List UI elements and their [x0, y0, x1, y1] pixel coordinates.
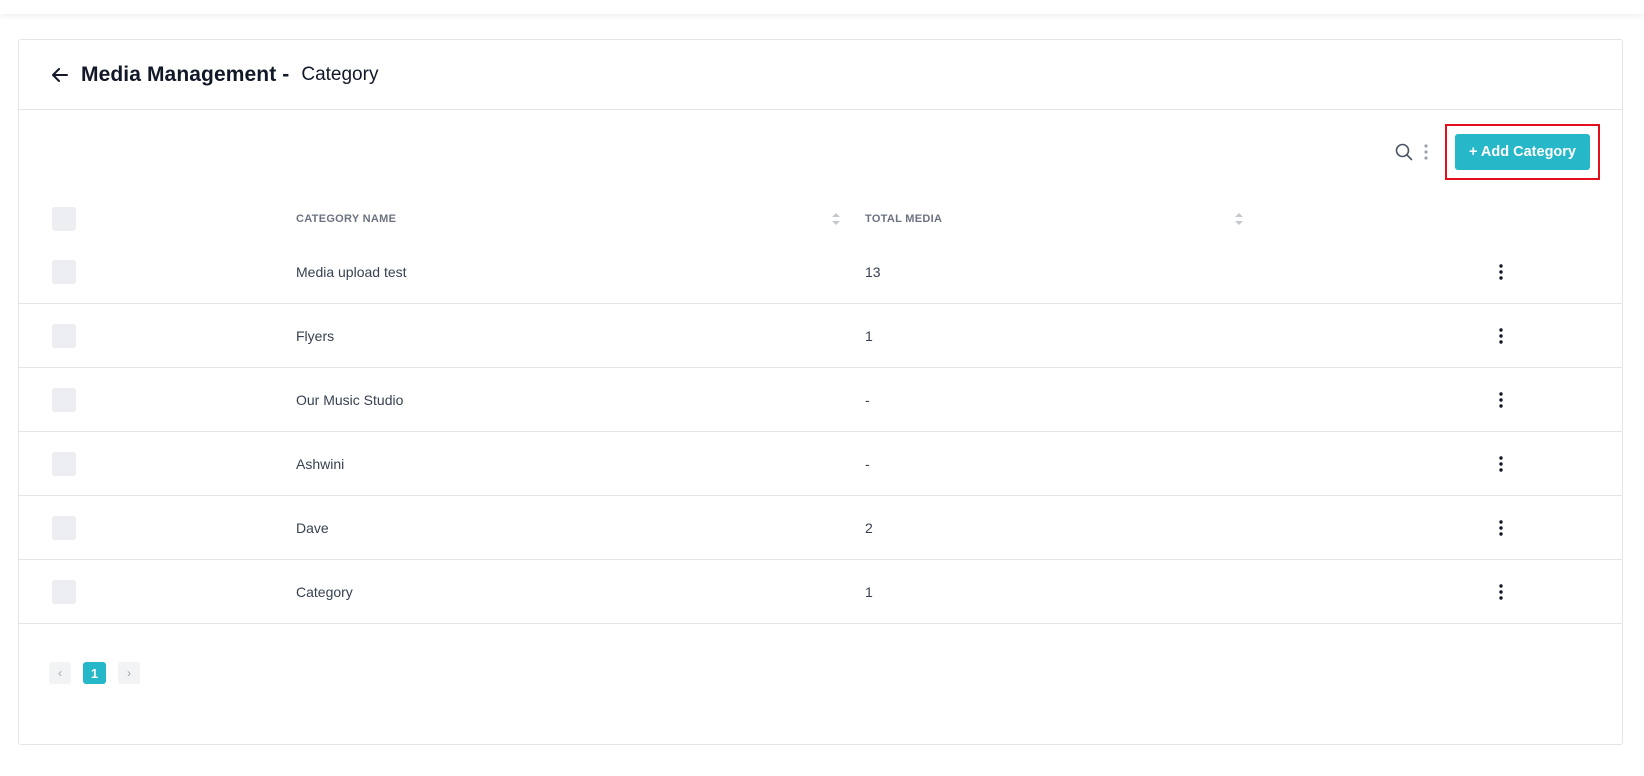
- row-checkbox[interactable]: [52, 259, 76, 284]
- table-toolbar: + Add Category: [1393, 123, 1600, 181]
- select-all-checkbox[interactable]: [52, 207, 76, 231]
- add-category-highlight: + Add Category: [1444, 124, 1600, 180]
- row-menu-icon[interactable]: [1493, 581, 1509, 603]
- category-table: CATEGORY NAME TOTAL MEDIA Media upload t…: [19, 198, 1622, 624]
- row-menu-icon[interactable]: [1493, 453, 1509, 475]
- row-checkbox[interactable]: [52, 579, 76, 604]
- row-checkbox[interactable]: [52, 323, 76, 348]
- table-row[interactable]: Category 1: [19, 560, 1622, 624]
- page-title: Media Management -: [81, 62, 290, 86]
- add-category-button[interactable]: + Add Category: [1454, 134, 1590, 170]
- row-checkbox[interactable]: [52, 387, 76, 412]
- table-row[interactable]: Dave 2: [19, 496, 1622, 560]
- row-menu-icon[interactable]: [1493, 325, 1509, 347]
- vertical-dots-icon[interactable]: [1419, 141, 1433, 163]
- total-media: 13: [865, 263, 881, 280]
- table-row[interactable]: Ashwini -: [19, 432, 1622, 496]
- sort-icon[interactable]: [831, 212, 841, 226]
- sort-icon[interactable]: [1234, 212, 1244, 226]
- total-media: -: [865, 455, 870, 472]
- category-name: Flyers: [296, 327, 335, 344]
- total-media: 1: [865, 327, 873, 344]
- pagination: ‹ 1 ›: [49, 662, 140, 684]
- row-menu-icon[interactable]: [1493, 389, 1509, 411]
- page-number-button[interactable]: 1: [83, 662, 106, 684]
- column-header-category-name[interactable]: CATEGORY NAME: [296, 213, 396, 225]
- row-menu-icon[interactable]: [1493, 261, 1509, 283]
- table-header: CATEGORY NAME TOTAL MEDIA: [19, 198, 1622, 240]
- category-name: Category: [296, 583, 353, 600]
- next-page-button[interactable]: ›: [118, 662, 140, 684]
- row-checkbox[interactable]: [52, 451, 76, 476]
- page-subtitle: Category: [301, 63, 379, 85]
- table-row[interactable]: Media upload test 13: [19, 240, 1622, 304]
- total-media: 2: [865, 519, 873, 536]
- category-name: Media upload test: [296, 263, 407, 280]
- total-media: 1: [865, 583, 873, 600]
- category-name: Ashwini: [296, 455, 345, 472]
- total-media: -: [865, 391, 870, 408]
- table-row[interactable]: Flyers 1: [19, 304, 1622, 368]
- column-header-total-media[interactable]: TOTAL MEDIA: [865, 213, 942, 225]
- top-bar: [0, 0, 1644, 14]
- category-card: Media Management - Category + Add Catego…: [18, 39, 1623, 745]
- page-header: Media Management - Category: [19, 40, 1622, 110]
- prev-page-button[interactable]: ‹: [49, 662, 71, 684]
- back-arrow-icon[interactable]: [49, 64, 71, 86]
- row-menu-icon[interactable]: [1493, 517, 1509, 539]
- category-name: Dave: [296, 519, 329, 536]
- category-name: Our Music Studio: [296, 391, 404, 408]
- row-checkbox[interactable]: [52, 515, 76, 540]
- search-icon[interactable]: [1393, 141, 1415, 163]
- table-row[interactable]: Our Music Studio -: [19, 368, 1622, 432]
